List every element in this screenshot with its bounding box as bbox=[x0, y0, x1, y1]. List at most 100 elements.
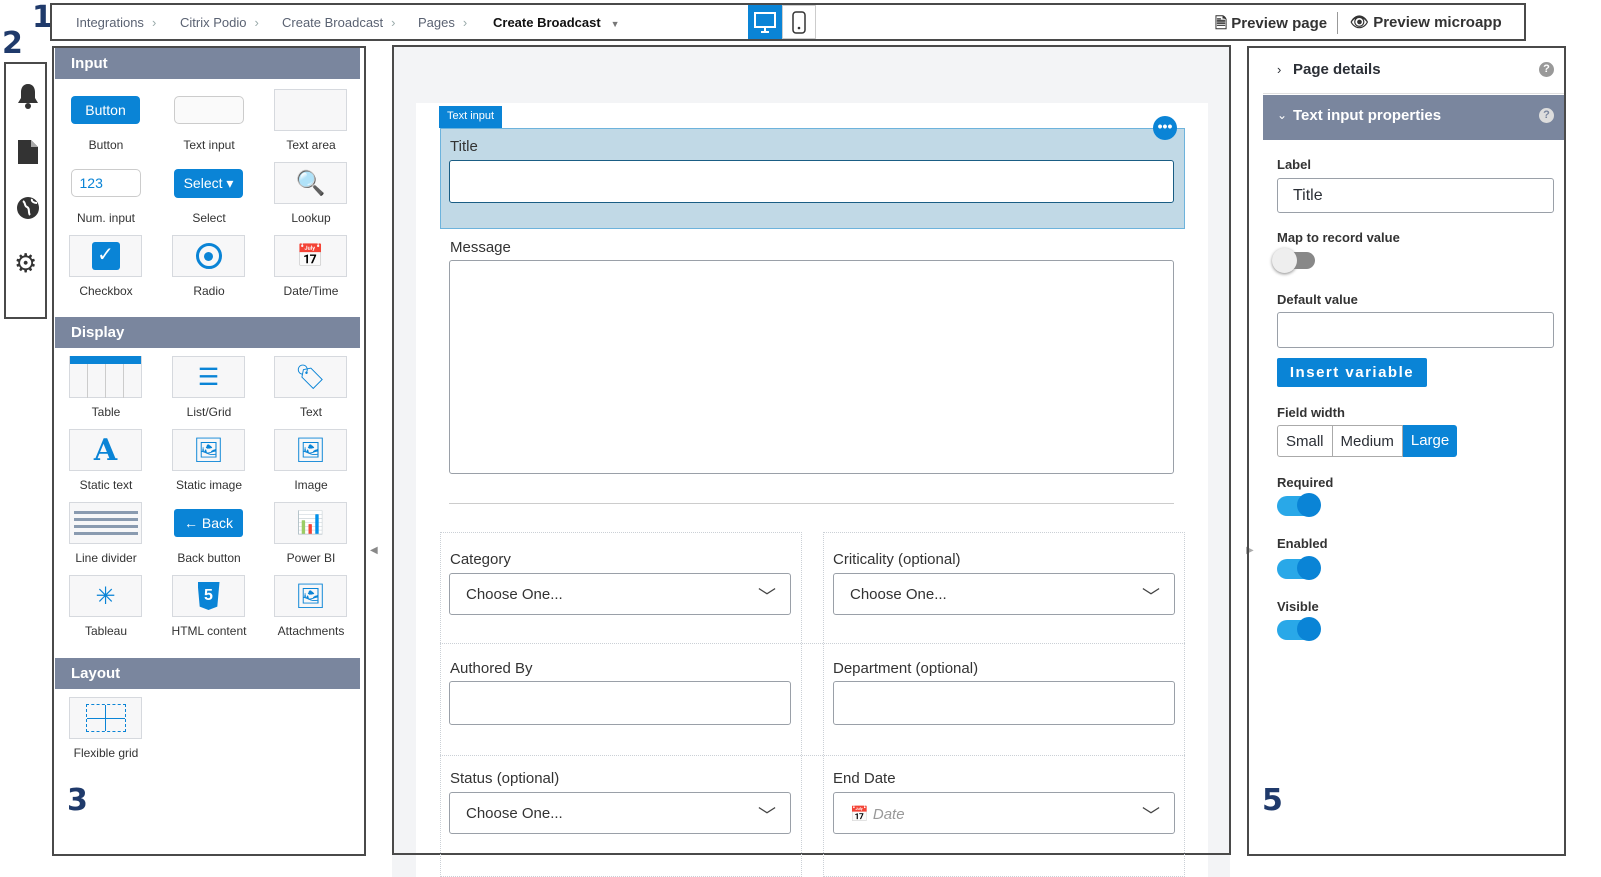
page-icon: 🗎 bbox=[1215, 15, 1228, 32]
chevron-down-icon: ⌄ bbox=[1277, 108, 1288, 122]
chevron-down-icon: ﹀ bbox=[1142, 806, 1160, 826]
message-label: Message bbox=[450, 239, 511, 256]
category-label: Category bbox=[450, 551, 511, 568]
palette-tile-back-button[interactable]: ← Back bbox=[172, 502, 245, 544]
palette-tile-button[interactable]: Button bbox=[69, 89, 142, 131]
label-input[interactable]: Title bbox=[1277, 178, 1554, 213]
html-content-preview-icon: 5 bbox=[197, 582, 220, 610]
status-select[interactable]: Choose One... ﹀ bbox=[449, 792, 791, 834]
toggle-knob bbox=[1297, 493, 1321, 517]
enabled-toggle[interactable] bbox=[1277, 556, 1321, 580]
end-date-picker[interactable]: 📅 Date ﹀ bbox=[833, 792, 1175, 834]
palette-tile-label: Power BI bbox=[286, 551, 336, 565]
breadcrumb-create-broadcast[interactable]: Create Broadcast › bbox=[282, 15, 396, 30]
department-input[interactable] bbox=[833, 681, 1175, 725]
palette-tile-radio[interactable] bbox=[172, 235, 245, 277]
palette-tile-label: HTML content bbox=[171, 624, 247, 638]
palette-tile-text-input[interactable] bbox=[172, 89, 245, 131]
collapse-left-icon[interactable]: ◀ bbox=[370, 545, 378, 556]
radio-preview-icon bbox=[195, 243, 222, 269]
palette-tile-lookup[interactable]: 🔍 bbox=[274, 162, 347, 204]
checkbox-preview-icon: ✓ bbox=[91, 242, 120, 270]
mobile-view-button[interactable] bbox=[782, 5, 816, 39]
gear-icon[interactable]: ⚙ bbox=[14, 248, 37, 279]
line-divider bbox=[449, 503, 1174, 504]
required-toggle[interactable] bbox=[1277, 493, 1321, 517]
visible-toggle[interactable] bbox=[1277, 617, 1321, 641]
page-icon[interactable] bbox=[16, 139, 40, 165]
palette-tile-static-image[interactable]: 🖼 bbox=[172, 429, 245, 471]
required-label: Required bbox=[1277, 475, 1334, 490]
radio-preview-icon bbox=[204, 251, 213, 261]
category-select[interactable]: Choose One... ﹀ bbox=[449, 573, 791, 615]
palette-tile-select[interactable]: Select ▾ bbox=[172, 162, 245, 204]
globe-icon[interactable] bbox=[15, 195, 41, 221]
breadcrumb-citrix-podio[interactable]: Citrix Podio › bbox=[180, 15, 259, 30]
palette-tile-text-area[interactable] bbox=[274, 89, 347, 131]
title-input[interactable] bbox=[449, 160, 1174, 203]
help-icon[interactable]: ? bbox=[1539, 62, 1554, 77]
help-icon[interactable]: ? bbox=[1539, 108, 1554, 123]
field-width-label: Field width bbox=[1277, 405, 1345, 420]
palette-tile-label: Select bbox=[192, 211, 226, 225]
desktop-icon bbox=[754, 12, 776, 33]
palette-tile-static-text[interactable]: A bbox=[69, 429, 142, 471]
palette-tile-image[interactable]: 🖼 bbox=[274, 429, 347, 471]
palette-tile-checkbox[interactable]: ✓ bbox=[69, 235, 142, 277]
breadcrumb-current[interactable]: Create Broadcast ▼ bbox=[493, 15, 620, 30]
chevron-down-icon: ﹀ bbox=[1142, 587, 1160, 607]
grid-row-divider bbox=[440, 755, 1185, 756]
text-preview-icon: 🏷 bbox=[295, 363, 326, 391]
criticality-label: Criticality (optional) bbox=[833, 551, 961, 568]
palette-tile-line-divider[interactable] bbox=[69, 502, 142, 544]
authored-by-label: Authored By bbox=[450, 660, 533, 677]
default-value-input[interactable] bbox=[1277, 312, 1554, 348]
width-small-option[interactable]: Small bbox=[1277, 425, 1333, 457]
palette-tile-table[interactable] bbox=[69, 356, 142, 398]
palette-tile-date-time[interactable]: 📅 bbox=[274, 235, 347, 277]
palette-tile-label: Text bbox=[299, 405, 322, 419]
more-options-icon[interactable]: ••• bbox=[1153, 116, 1177, 140]
palette-tile-tableau[interactable]: ✳ bbox=[69, 575, 142, 617]
map-to-record-toggle[interactable] bbox=[1272, 248, 1315, 273]
palette-tile-label: Image bbox=[294, 478, 328, 492]
palette-tile-num-input[interactable]: 123 bbox=[69, 162, 142, 204]
message-textarea[interactable] bbox=[449, 260, 1174, 474]
palette-tile-label: Text input bbox=[183, 138, 235, 152]
palette-tile-attachments[interactable]: 🖼 bbox=[274, 575, 347, 617]
list-grid-preview-icon: ☰ bbox=[197, 363, 220, 391]
criticality-select[interactable]: Choose One... ﹀ bbox=[833, 573, 1175, 615]
map-to-record-label: Map to record value bbox=[1277, 230, 1400, 245]
divider bbox=[1337, 12, 1338, 34]
desktop-view-button[interactable] bbox=[748, 5, 782, 39]
bell-icon[interactable] bbox=[15, 82, 41, 110]
toggle-knob bbox=[1272, 248, 1297, 273]
preview-page-button[interactable]: 🗎 Preview page bbox=[1215, 13, 1327, 38]
chevron-down-icon: ﹀ bbox=[758, 806, 776, 826]
text-input-properties-header[interactable]: ⌄ Text input properties ? bbox=[1263, 95, 1564, 140]
selected-component-tag: Text input bbox=[439, 106, 503, 128]
palette-tile-power-bi[interactable]: 📊 bbox=[274, 502, 347, 544]
insert-variable-button[interactable]: Insert variable bbox=[1277, 358, 1427, 387]
caret-down-icon: ▼ bbox=[610, 19, 620, 29]
palette-tile-label: Static text bbox=[79, 478, 133, 492]
palette-tile-flexible-grid[interactable] bbox=[69, 697, 142, 739]
breadcrumb-integrations[interactable]: Integrations › bbox=[76, 15, 156, 30]
button-preview-icon: Button bbox=[71, 96, 140, 124]
eye-icon: 👁 bbox=[1350, 14, 1370, 31]
preview-microapp-button[interactable]: 👁 Preview microapp bbox=[1350, 13, 1502, 31]
image-preview-icon: 🖼 bbox=[295, 436, 326, 464]
width-medium-option[interactable]: Medium bbox=[1332, 425, 1403, 457]
palette-tile-list-grid[interactable]: ☰ bbox=[172, 356, 245, 398]
palette-tile-html-content[interactable]: 5 bbox=[172, 575, 245, 617]
static-image-preview-icon: 🖼 bbox=[193, 436, 224, 464]
palette-tile-label: Text area bbox=[286, 138, 336, 152]
authored-by-input[interactable] bbox=[449, 681, 791, 725]
width-large-option[interactable]: Large bbox=[1402, 425, 1458, 457]
breadcrumb-pages[interactable]: Pages › bbox=[418, 15, 467, 30]
page-details-header[interactable]: › Page details ? bbox=[1263, 48, 1564, 94]
palette-tile-text[interactable]: 🏷 bbox=[274, 356, 347, 398]
toggle-knob bbox=[1297, 556, 1321, 580]
visible-label: Visible bbox=[1277, 599, 1319, 614]
static-text-preview-icon: A bbox=[93, 432, 118, 468]
